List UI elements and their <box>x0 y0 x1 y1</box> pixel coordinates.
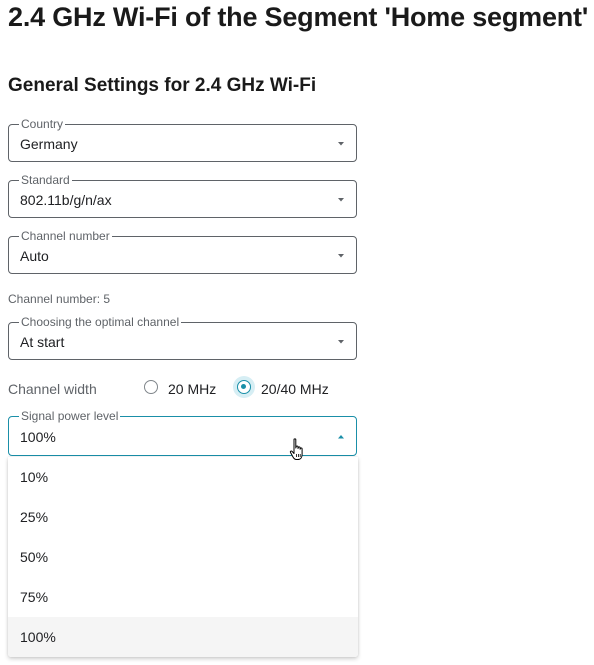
caret-down-icon <box>336 335 346 349</box>
channel-number-info: Channel number: 5 <box>8 292 111 306</box>
caret-down-icon <box>336 249 346 263</box>
signal-power-value: 100% <box>20 429 56 445</box>
signal-power-select[interactable]: Signal power level 100% <box>8 409 357 456</box>
caret-down-icon <box>336 193 346 207</box>
option-50[interactable]: 50% <box>8 537 358 577</box>
option-75[interactable]: 75% <box>8 577 358 617</box>
page-title: 2.4 GHz Wi-Fi of the Segment 'Home segme… <box>8 2 589 32</box>
radio-label: 20/40 MHz <box>261 381 329 397</box>
section-title-general-settings: General Settings for 2.4 GHz Wi-Fi <box>8 75 317 96</box>
optimal-channel-select[interactable]: Choosing the optimal channel At start <box>8 315 357 360</box>
option-100[interactable]: 100% <box>8 617 358 657</box>
channel-number-label: Channel number <box>19 229 112 243</box>
standard-value: 802.11b/g/n/ax <box>20 192 112 208</box>
optimal-channel-value: At start <box>20 334 65 350</box>
caret-down-icon <box>336 137 346 151</box>
country-value: Germany <box>20 136 78 152</box>
optimal-channel-label: Choosing the optimal channel <box>19 315 182 329</box>
radio-label: 20 MHz <box>168 381 217 397</box>
standard-select[interactable]: Standard 802.11b/g/n/ax <box>8 173 357 218</box>
channel-width-label: Channel width <box>8 381 97 397</box>
channel-width-group: Channel width 20 MHz 20/40 MHz <box>8 376 368 399</box>
country-select[interactable]: Country Germany <box>8 117 357 162</box>
caret-up-icon <box>336 430 346 444</box>
channel-number-select[interactable]: Channel number Auto <box>8 229 357 274</box>
channel-number-value: Auto <box>20 248 49 264</box>
option-10[interactable]: 10% <box>8 457 358 497</box>
standard-label: Standard <box>19 173 72 187</box>
page: 2.4 GHz Wi-Fi of the Segment 'Home segme… <box>0 0 594 665</box>
signal-power-dropdown: 10% 25% 50% 75% 100% <box>8 457 358 657</box>
radio-checked-icon <box>237 380 251 394</box>
radio-circle-icon <box>144 380 158 394</box>
country-label: Country <box>19 117 66 131</box>
signal-power-label: Signal power level <box>19 409 121 423</box>
option-25[interactable]: 25% <box>8 497 358 537</box>
